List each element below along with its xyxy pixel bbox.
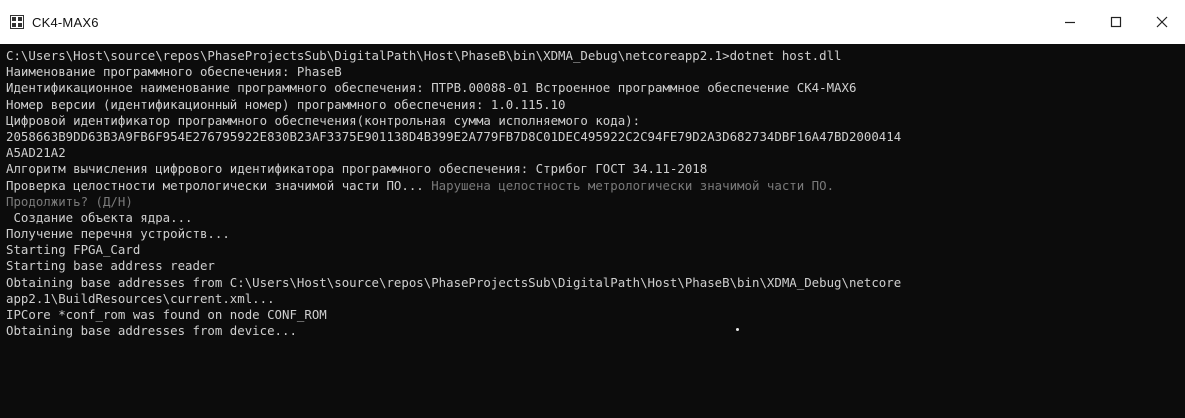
console-line: Номер версии (идентификационный номер) п…	[6, 96, 566, 112]
maximize-button[interactable]	[1093, 0, 1139, 44]
console-line: 2058663B9DD63B3A9FB6F954E276795922E830B2…	[6, 128, 902, 144]
maximize-icon	[1110, 13, 1122, 32]
console-line: Проверка целостности метрологически знач…	[6, 178, 1185, 194]
console-app-icon[interactable]	[10, 15, 24, 29]
title-bar[interactable]: CK4-MAX6	[0, 0, 1185, 44]
console-line: Starting base address reader	[6, 258, 215, 274]
console-line: C:\Users\Host\source\repos\PhaseProjects…	[6, 48, 842, 63]
minimize-icon	[1064, 13, 1076, 32]
console-line: Obtaining base addresses from C:\Users\H…	[6, 274, 902, 290]
console-line: Наименование программного обеспечения: P…	[6, 64, 342, 80]
close-icon	[1156, 13, 1168, 32]
continue-prompt: Продолжить? (Д/Н)	[6, 193, 133, 209]
console-line: Starting FPGA_Card	[6, 242, 141, 258]
integrity-error-text: Нарушена целостность метрологически знач…	[423, 177, 835, 193]
console-line: Получение перечня устройств...	[6, 226, 230, 242]
console-output[interactable]: C:\Users\Host\source\repos\PhaseProjects…	[0, 44, 1185, 418]
window-title: CK4-MAX6	[32, 14, 99, 30]
mouse-cursor-dot	[736, 328, 739, 331]
console-window: CK4-MAX6 C:\Users\Host\source\repos\Phas…	[0, 0, 1185, 418]
console-line: A5AD21A2	[6, 145, 66, 161]
console-line: app2.1\BuildResources\current.xml...	[6, 290, 275, 306]
console-line: IPCore *conf_rom was found on node CONF_…	[6, 307, 327, 322]
console-line: Создание объекта ядра...	[6, 209, 193, 225]
integrity-check-text: Проверка целостности метрологически знач…	[6, 177, 424, 193]
close-button[interactable]	[1139, 0, 1185, 44]
console-line: Obtaining base addresses from device...	[6, 323, 297, 339]
window-controls	[1047, 0, 1185, 44]
minimize-button[interactable]	[1047, 0, 1093, 44]
console-line: Идентификационное наименование программн…	[6, 80, 857, 96]
console-line: Алгоритм вычисления цифрового идентифика…	[6, 161, 708, 177]
console-line: Цифровой идентификатор программного обес…	[6, 112, 641, 128]
